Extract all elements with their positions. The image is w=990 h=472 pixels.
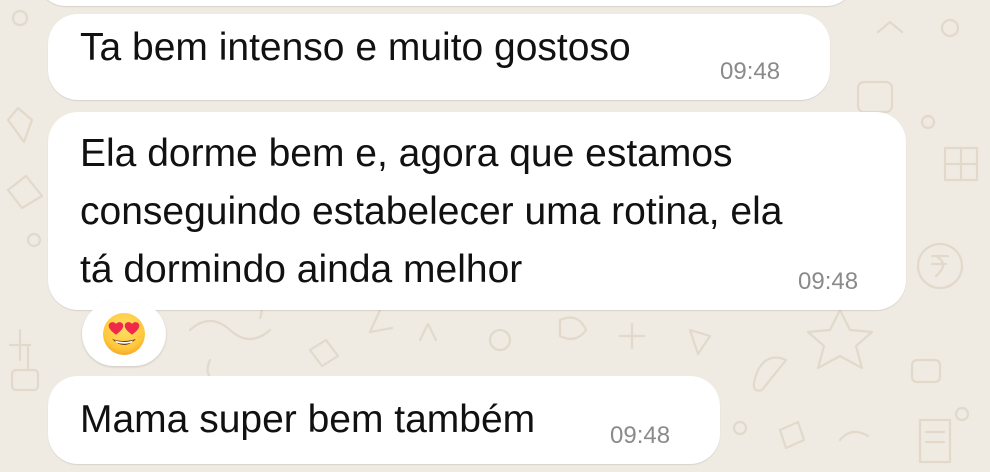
message-timestamp: 09:48 [798, 268, 859, 295]
smiling-face-with-heart-eyes-icon [103, 313, 145, 355]
message-reaction[interactable] [82, 302, 166, 366]
message-bubble[interactable]: Ela dorme bem e, agora que estamos conse… [48, 112, 906, 310]
message-text-line: conseguindo estabelecer uma rotina, ela [80, 190, 783, 233]
previous-message-bubble-edge [36, 0, 856, 6]
message-text: Ta bem intenso e muito gostoso [80, 26, 631, 69]
message-timestamp: 09:48 [610, 422, 671, 449]
message-text-line: Ela dorme bem e, agora que estamos [80, 132, 733, 175]
message-timestamp: 09:48 [720, 58, 781, 85]
message-bubble[interactable]: Mama super bem também 09:48 [48, 376, 720, 464]
message-text: Mama super bem também [80, 398, 536, 441]
message-bubble[interactable]: Ta bem intenso e muito gostoso 09:48 [48, 14, 830, 100]
message-text-line: tá dormindo ainda melhor [80, 248, 523, 291]
